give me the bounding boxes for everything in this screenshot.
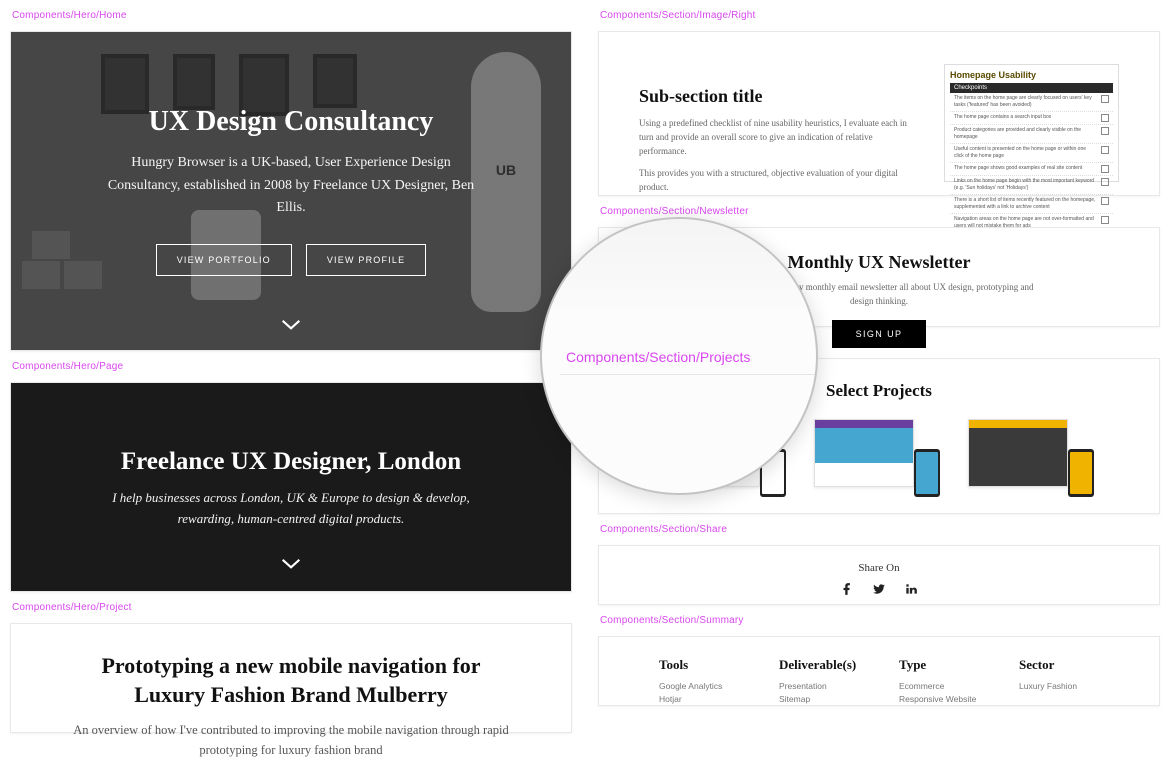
- twitter-icon[interactable]: [872, 582, 886, 601]
- summary-head-deliverables: Deliverable(s): [779, 657, 859, 673]
- subsection-p1: Using a predefined checklist of nine usa…: [639, 117, 914, 159]
- view-portfolio-button[interactable]: VIEW PORTFOLIO: [156, 244, 292, 276]
- facebook-icon[interactable]: [840, 582, 854, 601]
- hero-home-title: UX Design Consultancy: [149, 106, 434, 138]
- view-profile-button[interactable]: VIEW PROFILE: [306, 244, 426, 276]
- section-image-right: Sub-section title Using a predefined che…: [598, 31, 1160, 196]
- summary-item: Presentation: [779, 680, 859, 693]
- summary-item: Luxury Fashion: [1019, 680, 1099, 693]
- summary-item: Sitemap: [779, 693, 859, 706]
- summary-head-sector: Sector: [1019, 657, 1099, 673]
- summary-head-type: Type: [899, 657, 979, 673]
- component-label-hero-project: Components/Hero/Project: [10, 602, 572, 613]
- component-label-hero-home: Components/Hero/Home: [10, 10, 572, 21]
- section-summary: Tools Google Analytics Hotjar Deliverabl…: [598, 636, 1160, 706]
- hero-page-subtitle: I help businesses across London, UK & Eu…: [111, 488, 471, 530]
- hero-home: UX Design Consultancy Hungry Browser is …: [10, 31, 572, 351]
- hero-page: Freelance UX Designer, London I help bus…: [10, 382, 572, 592]
- summary-item: Hotjar: [659, 693, 739, 706]
- hero-project-title: Prototyping a new mobile navigation for …: [71, 652, 511, 709]
- subsection-p2: This provides you with a structured, obj…: [639, 167, 914, 195]
- hero-project: Prototyping a new mobile navigation for …: [10, 623, 572, 733]
- project-thumbnail-3[interactable]: [968, 419, 1098, 495]
- checklist-image: Homepage Usability Checkpoints The items…: [944, 64, 1119, 182]
- summary-head-tools: Tools: [659, 657, 739, 673]
- summary-item: Ecommerce: [899, 680, 979, 693]
- signup-button[interactable]: SIGN UP: [832, 320, 927, 348]
- component-label-summary: Components/Section/Summary: [598, 615, 1160, 626]
- linkedin-icon[interactable]: [904, 582, 918, 601]
- hero-project-subtitle: An overview of how I've contributed to i…: [71, 721, 511, 760]
- share-title: Share On: [615, 562, 1143, 574]
- section-share: Share On: [598, 545, 1160, 605]
- checklist-header: Checkpoints: [950, 83, 1113, 93]
- magnifier-lens: Components/Section/Projects: [540, 217, 818, 495]
- chevron-down-icon[interactable]: [281, 557, 301, 575]
- component-label-image-right: Components/Section/Image/Right: [598, 10, 1160, 21]
- summary-item: Responsive Website: [899, 693, 979, 706]
- component-label-share: Components/Section/Share: [598, 524, 1160, 535]
- hero-home-subtitle: Hungry Browser is a UK-based, User Exper…: [101, 152, 481, 219]
- project-thumbnail-2[interactable]: [814, 419, 944, 495]
- summary-item: Google Analytics: [659, 680, 739, 693]
- subsection-title: Sub-section title: [639, 86, 914, 107]
- chevron-down-icon[interactable]: [281, 318, 301, 336]
- magnifier-text: Components/Section/Projects: [566, 349, 750, 365]
- component-label-hero-page: Components/Hero/Page: [10, 361, 572, 372]
- hero-page-title: Freelance UX Designer, London: [121, 448, 461, 476]
- checklist-title: Homepage Usability: [950, 70, 1113, 80]
